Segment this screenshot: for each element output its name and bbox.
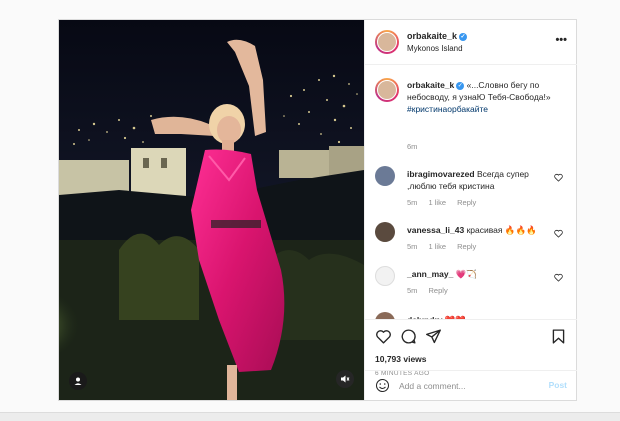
comment-text: 💗🏹 <box>455 269 477 279</box>
caption-username[interactable]: orbakaite_k <box>407 80 454 90</box>
view-count[interactable]: 10,793 views <box>375 354 427 364</box>
comment-meta: 5m Reply <box>407 286 457 295</box>
comment-input[interactable] <box>399 379 539 393</box>
video-frame <box>59 20 364 400</box>
verified-icon: ✓ <box>459 32 468 41</box>
author-username-row: orbakaite_k ✓ <box>407 31 468 41</box>
post-header: orbakaite_k ✓ Mykonos Island ••• <box>365 20 577 65</box>
comment-time: 5m <box>407 242 418 251</box>
author-username[interactable]: orbakaite_k <box>407 31 457 41</box>
bottom-strip <box>0 412 620 421</box>
comment-time: 5m <box>407 286 418 295</box>
comment-body: _ann_may_ 💗🏹 <box>407 268 547 280</box>
caption-time: 6m <box>407 142 418 151</box>
commenter-avatar[interactable] <box>375 166 395 186</box>
comment-username[interactable]: ibragimovarezed <box>407 169 475 179</box>
post-caption: orbakaite_k ✓ «...Словно бегу по небосвод… <box>407 79 567 115</box>
like-heart-icon[interactable] <box>375 328 392 345</box>
caption-hashtag[interactable]: #кристинаорбакайте <box>407 104 488 114</box>
caption-avatar[interactable] <box>375 78 399 102</box>
share-paper-plane-icon[interactable] <box>425 328 442 345</box>
comment-username[interactable]: vanessa_li_43 <box>407 225 464 235</box>
emoji-icon[interactable] <box>375 378 390 393</box>
heart-icon[interactable] <box>554 273 563 282</box>
comment-meta: 5m 1 like Reply <box>407 198 485 207</box>
comment-meta: 5m 1 like Reply <box>407 242 485 251</box>
reply-button[interactable]: Reply <box>457 242 476 251</box>
author-avatar[interactable] <box>375 30 399 54</box>
commenter-avatar[interactable] <box>375 312 395 319</box>
mute-icon[interactable] <box>336 370 354 388</box>
heart-icon[interactable] <box>554 173 563 182</box>
commenter-avatar[interactable] <box>375 266 395 286</box>
post-video[interactable] <box>59 20 364 400</box>
ellipsis-icon[interactable]: ••• <box>555 34 567 46</box>
post-side-panel: orbakaite_k ✓ Mykonos Island ••• orbakait… <box>364 20 577 400</box>
comment-username[interactable]: _ann_may_ <box>407 269 453 279</box>
tagged-user-icon[interactable] <box>69 372 87 390</box>
post-location[interactable]: Mykonos Island <box>407 44 463 53</box>
reply-button[interactable]: Reply <box>457 198 476 207</box>
comment-bubble-icon[interactable] <box>400 328 417 345</box>
add-comment-bar: Post <box>365 370 577 400</box>
comment-body: vanessa_li_43 красивая 🔥🔥🔥 <box>407 224 547 236</box>
commenter-avatar[interactable] <box>375 222 395 242</box>
comment-likes[interactable]: 1 like <box>429 198 447 207</box>
comment-body: ibragimovarezed Всегда супер ,люблю тебя… <box>407 168 547 192</box>
post-comment-button[interactable]: Post <box>549 380 567 390</box>
heart-icon[interactable] <box>554 229 563 238</box>
comment-likes[interactable]: 1 like <box>429 242 447 251</box>
comment-text: красивая 🔥🔥🔥 <box>466 225 537 235</box>
verified-icon: ✓ <box>456 81 465 90</box>
comments-list[interactable]: orbakaite_k ✓ «...Словно бегу по небосвод… <box>365 66 577 319</box>
reply-button[interactable]: Reply <box>429 286 448 295</box>
page-background: orbakaite_k ✓ Mykonos Island ••• orbakait… <box>0 0 620 421</box>
comment-time: 5m <box>407 198 418 207</box>
bookmark-icon[interactable] <box>550 328 567 345</box>
instagram-post: orbakaite_k ✓ Mykonos Island ••• orbakait… <box>58 19 577 401</box>
